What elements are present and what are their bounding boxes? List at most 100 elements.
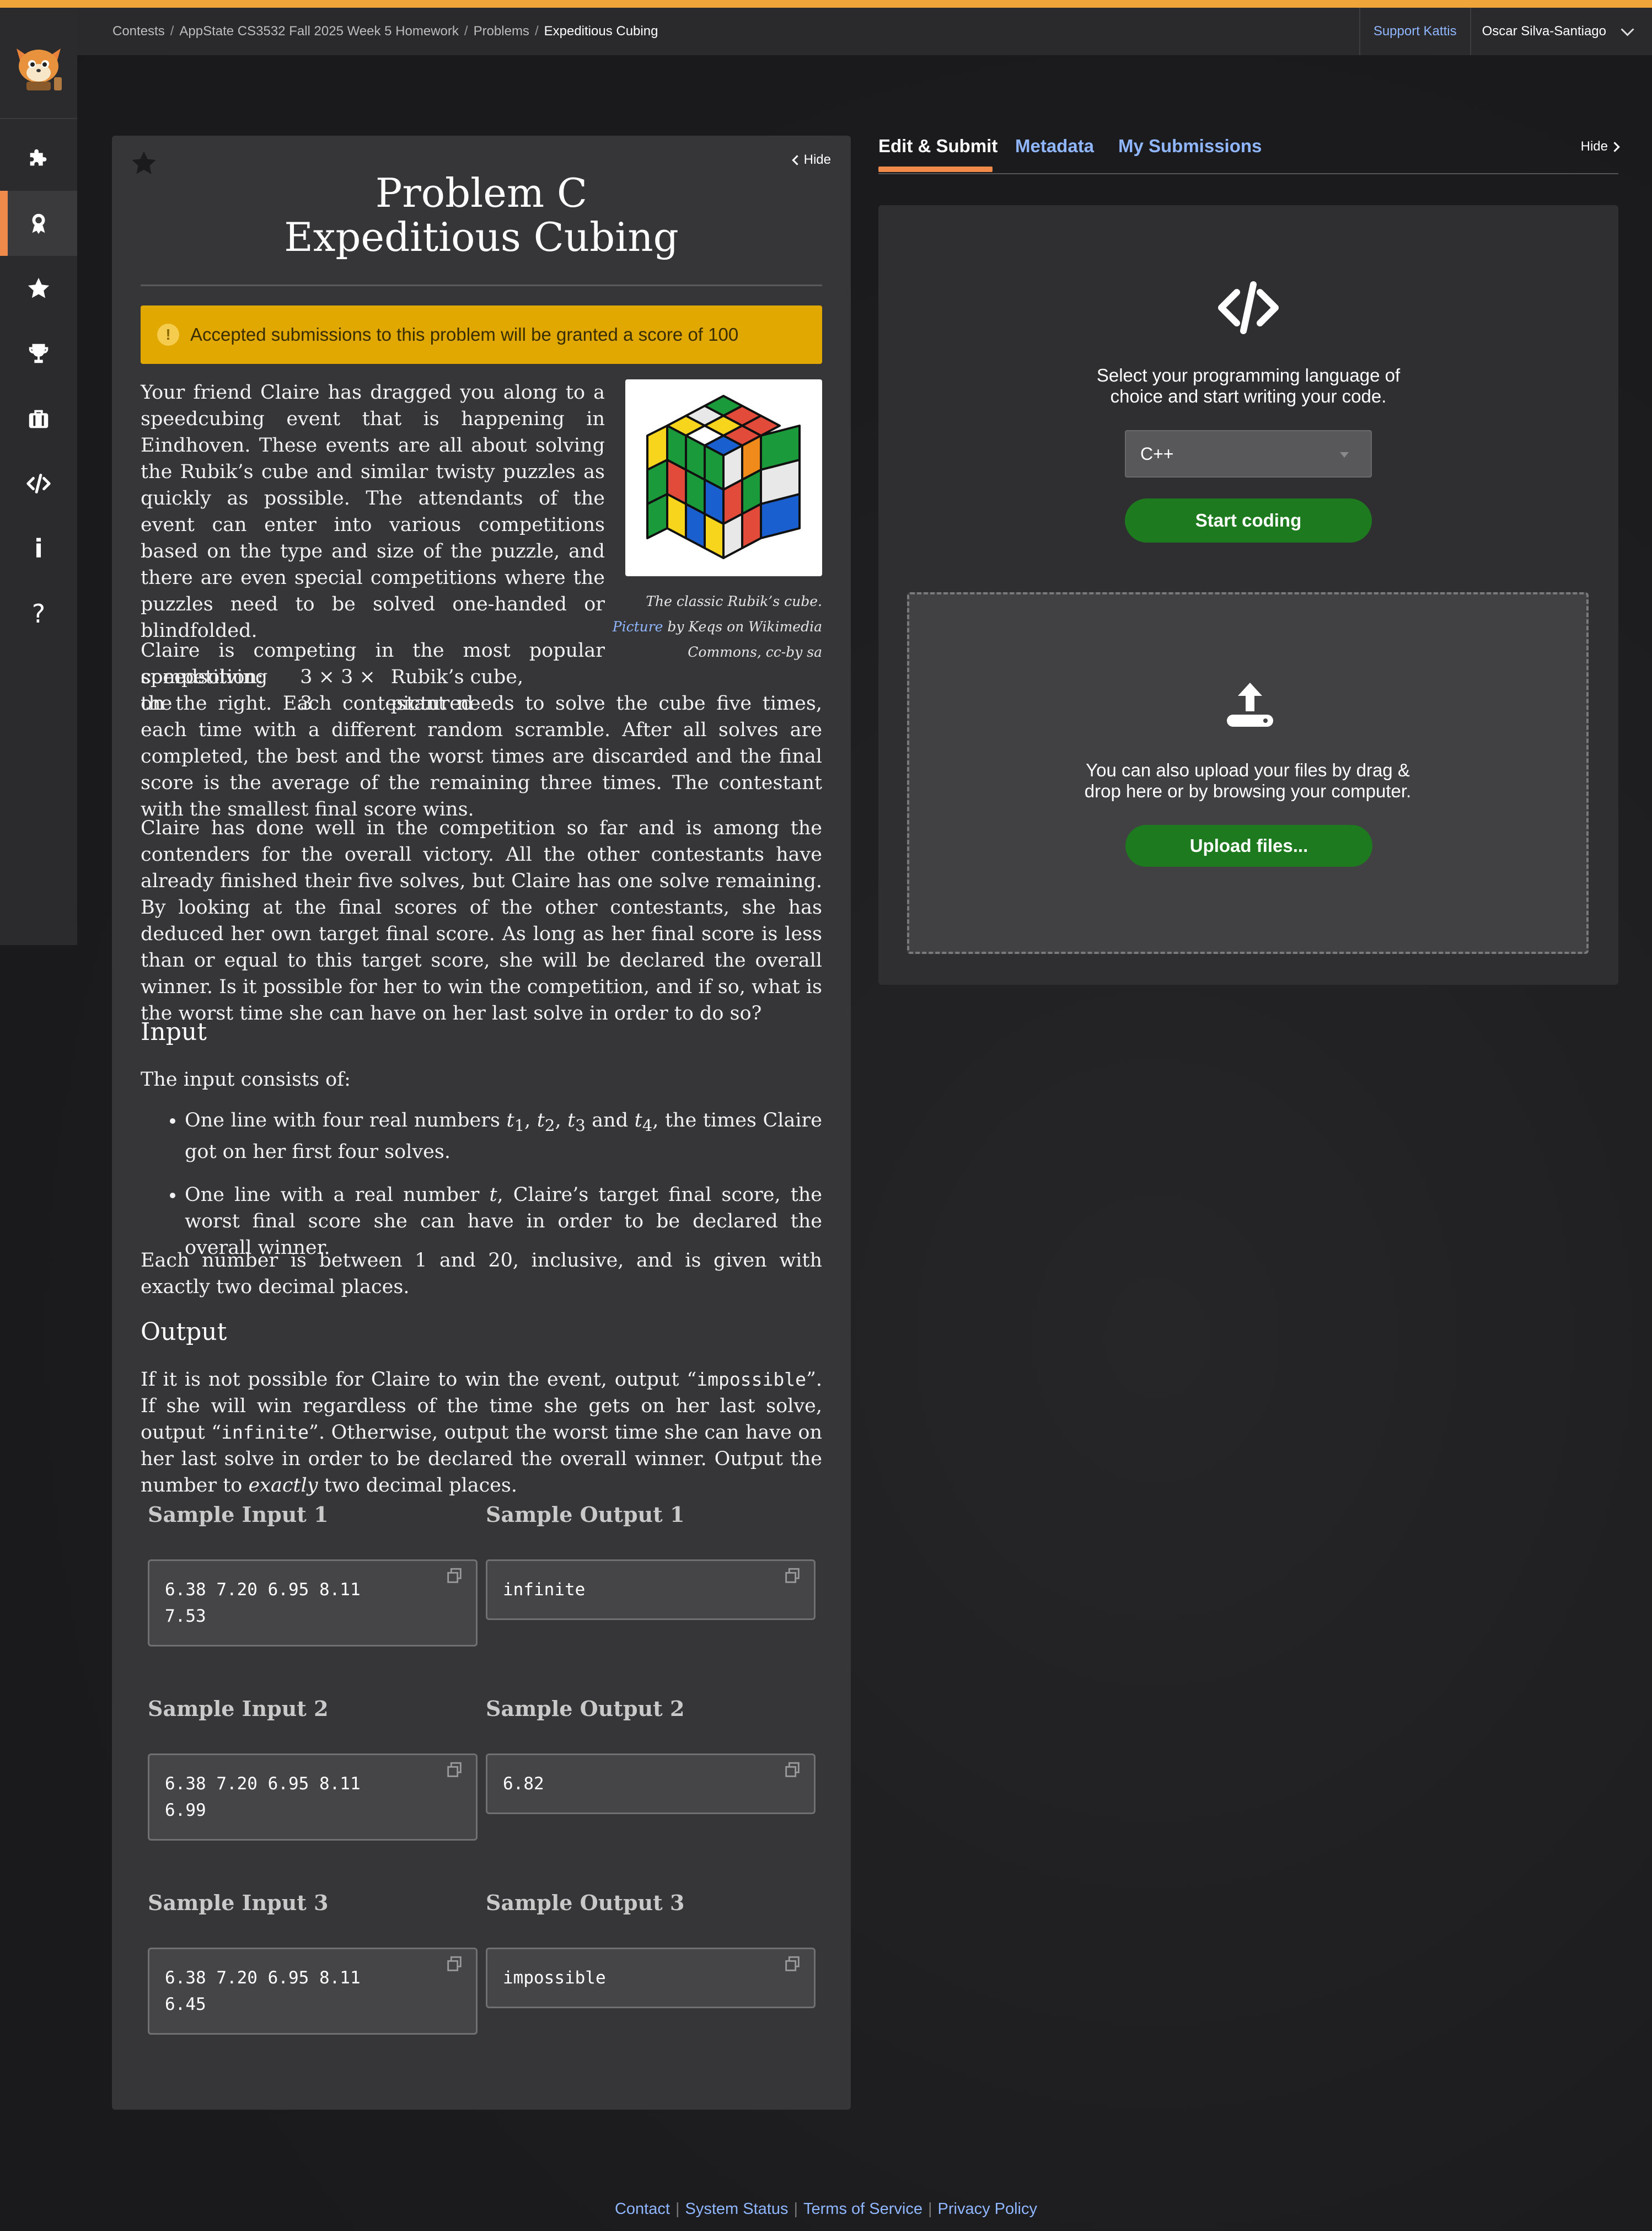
top-accent-bar — [0, 0, 1652, 8]
breadcrumb-contest[interactable]: AppState CS3532 Fall 2025 Week 5 Homewor… — [179, 24, 459, 39]
editor-card: Select your programming language of choi… — [878, 205, 1618, 985]
problem-letter: Problem C — [375, 170, 588, 216]
sample-output-2-text: 6.82 — [503, 1774, 544, 1794]
sidebar-item-info[interactable]: i — [0, 516, 77, 581]
user-menu[interactable]: Oscar Silva-Santiago — [1469, 8, 1652, 55]
support-kattis-link[interactable]: Support Kattis — [1359, 8, 1470, 55]
sample-input-3-heading: Sample Input 3 — [148, 1890, 329, 1915]
copy-icon[interactable] — [783, 1567, 802, 1585]
help-icon: ? — [31, 599, 46, 629]
input-constraints: Each number is between 1 and 20, inclusi… — [141, 1249, 822, 1298]
sidebar: i ? — [0, 8, 77, 945]
sample-output-3-heading: Sample Output 3 — [486, 1890, 685, 1915]
breadcrumb-contests[interactable]: Contests — [112, 24, 165, 39]
code-icon — [26, 474, 51, 494]
sidebar-item-favorites[interactable] — [0, 256, 77, 321]
footer-contact-link[interactable]: Contact — [615, 2200, 670, 2218]
hide-problem-button[interactable]: Hide — [791, 152, 831, 168]
bullet1-text-a: One line with four real numbers — [185, 1109, 507, 1131]
star-icon — [28, 277, 50, 298]
hide-editor-label: Hide — [1580, 139, 1608, 154]
footer-privacy-link[interactable]: Privacy Policy — [938, 2200, 1038, 2218]
sample-input-2-text: 6.38 7.20 6.95 8.11 6.99 — [165, 1774, 361, 1820]
copy-icon[interactable] — [445, 1955, 464, 1973]
bullet2-text-a: One line with a real number — [185, 1184, 490, 1206]
top-bar: Contests / AppState CS3532 Fall 2025 Week … — [77, 8, 1652, 55]
sidebar-item-contests[interactable] — [0, 321, 77, 386]
sidebar-divider — [0, 118, 77, 119]
copy-icon[interactable] — [445, 1761, 464, 1779]
sample-input-1-text: 6.38 7.20 6.95 8.11 7.53 — [165, 1580, 361, 1626]
sidebar-item-languages[interactable] — [0, 451, 77, 516]
statement-paragraph-2c: on the right. Each contestant needs to s… — [141, 693, 822, 820]
sample-output-1-heading: Sample Output 1 — [486, 1502, 685, 1527]
submission-tabs: Edit & Submit Metadata My Submissions Hi… — [878, 136, 1620, 174]
sample-output-2: 6.82 — [486, 1753, 816, 1814]
output-exactly: exactly — [248, 1474, 318, 1497]
output-infinite-code: infinite — [221, 1422, 309, 1443]
picture-link[interactable]: Picture — [613, 619, 663, 635]
breadcrumb-problems[interactable]: Problems — [474, 24, 529, 39]
title-divider — [141, 285, 822, 286]
sample-input-3: 6.38 7.20 6.95 8.11 6.45 — [148, 1948, 478, 2035]
upload-icon — [1227, 683, 1273, 727]
chevron-right-icon — [1610, 141, 1620, 152]
active-tab-indicator — [878, 167, 993, 172]
problem-name: Expeditious Cubing — [284, 214, 679, 260]
rubiks-cube-picture — [646, 395, 801, 559]
breadcrumb-current: Expeditious Cubing — [544, 24, 658, 39]
copy-icon[interactable] — [445, 1567, 464, 1585]
figure-caption: The classic Rubik’s cube. Picture by Keq… — [597, 589, 822, 665]
copy-icon[interactable] — [783, 1761, 802, 1779]
banner-text: Accepted submissions to this problem wil… — [190, 324, 739, 345]
user-name: Oscar Silva-Santiago — [1482, 24, 1606, 39]
chevron-down-icon — [1621, 22, 1634, 36]
sidebar-item-challenge[interactable] — [0, 191, 77, 256]
statement-paragraph-1: Your friend Claire has dragged you along… — [141, 382, 605, 642]
footer-status-link[interactable]: System Status — [685, 2200, 788, 2218]
tab-my-submissions[interactable]: My Submissions — [1118, 136, 1262, 157]
copy-icon[interactable] — [783, 1955, 802, 1973]
output-description: If it is not possible for Claire to win … — [141, 1366, 822, 1499]
score-banner: ! Accepted submissions to this problem w… — [141, 305, 822, 364]
trophy-icon — [29, 344, 49, 363]
caption-line-2: Picture by Keqs on Wikimedia — [597, 614, 822, 640]
chevron-left-icon — [791, 154, 802, 165]
page-title: Problem C Expeditious Cubing — [112, 171, 851, 259]
tab-edit-submit[interactable]: Edit & Submit — [878, 136, 997, 157]
input-bullet-1: One line with four real numbers t1, t2, … — [185, 1107, 822, 1165]
sidebar-item-problems[interactable] — [0, 126, 77, 191]
output-text-1: If it is not possible for Claire to win … — [141, 1369, 697, 1391]
upload-line-1: You can also upload your files by drag & — [1086, 760, 1410, 780]
hide-editor-button[interactable]: Hide — [1580, 139, 1620, 154]
briefcase-icon — [29, 410, 49, 428]
caption-line-3: Commons, cc-by sa — [688, 644, 822, 660]
breadcrumb: Contests / AppState CS3532 Fall 2025 Week … — [112, 24, 658, 39]
file-dropzone[interactable]: You can also upload your files by drag &… — [907, 592, 1589, 954]
start-coding-button[interactable]: Start coding — [1125, 498, 1372, 543]
output-heading: Output — [141, 1318, 227, 1346]
info-icon: i — [34, 534, 43, 564]
footer-terms-link[interactable]: Terms of Service — [803, 2200, 922, 2218]
tab-metadata[interactable]: Metadata — [1015, 136, 1094, 157]
sample-output-3: impossible — [486, 1948, 816, 2008]
caret-down-icon — [1340, 452, 1349, 458]
kattis-logo[interactable] — [10, 39, 67, 94]
language-select-value: C++ — [1140, 444, 1174, 464]
code-brackets-icon — [1218, 281, 1279, 334]
sample-input-3-text: 6.38 7.20 6.95 8.11 6.45 — [165, 1968, 361, 2014]
sample-output-1: infinite — [486, 1559, 816, 1620]
sidebar-item-jobs[interactable] — [0, 386, 77, 451]
warning-icon: ! — [157, 324, 179, 346]
sidebar-item-help[interactable]: ? — [0, 581, 77, 646]
statement-paragraph-3: Claire has done well in the competition … — [141, 817, 822, 1025]
output-impossible-code: impossible — [696, 1369, 806, 1390]
input-intro: The input consists of: — [141, 1069, 351, 1091]
puzzle-icon — [30, 149, 47, 166]
upload-line-2: drop here or by browsing your computer. — [1084, 781, 1412, 801]
output-text-4: two decimal places. — [318, 1474, 517, 1497]
upload-files-button[interactable]: Upload files... — [1125, 825, 1372, 867]
language-select[interactable]: C++ — [1125, 430, 1372, 478]
caption-attribution: by Keqs on Wikimedia — [663, 619, 822, 635]
sample-input-1: 6.38 7.20 6.95 8.11 7.53 — [148, 1559, 478, 1647]
